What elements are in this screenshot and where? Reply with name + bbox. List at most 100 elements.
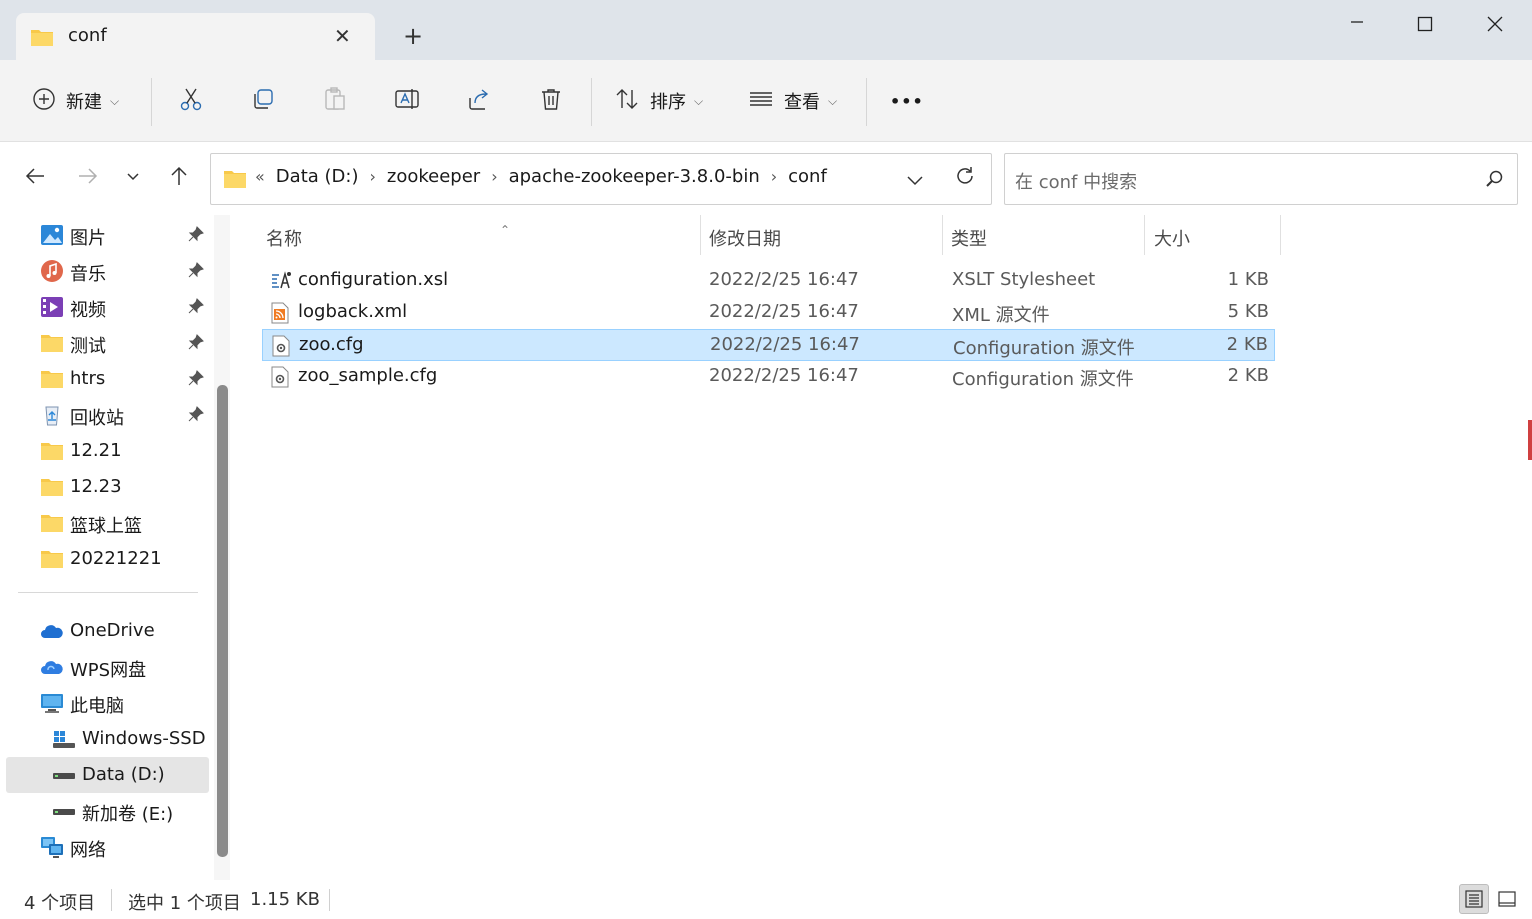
more-options-button[interactable]: ••• [890, 82, 924, 120]
sidebar-item-network[interactable]: 网络 [6, 829, 209, 865]
large-icons-view-icon [1498, 891, 1516, 907]
breadcrumb-zookeeper-bin[interactable]: apache-zookeeper-3.8.0-bin [509, 166, 760, 187]
arrow-right-icon [77, 165, 99, 192]
column-resize-handle[interactable] [700, 215, 701, 255]
sidebar-scrollbar-thumb[interactable] [217, 385, 228, 857]
file-row-configuration-xsl[interactable]: configuration.xsl 2022/2/25 16:47 XSLT S… [262, 265, 1275, 297]
view-button[interactable]: 查看 ⌵ [748, 82, 837, 120]
breadcrumb-conf[interactable]: conf [788, 166, 827, 187]
file-name: configuration.xsl [298, 269, 449, 290]
details-view-icon [1465, 890, 1483, 908]
sidebar-item-label: 图片 [70, 228, 106, 249]
sort-button[interactable]: 排序 ⌵ [614, 82, 703, 120]
sidebar-divider [18, 592, 198, 593]
sidebar-item-windows-ssd[interactable]: Windows-SSD [6, 721, 209, 757]
cut-button[interactable] [178, 82, 204, 120]
pin-icon[interactable] [188, 334, 204, 355]
divider [591, 78, 592, 126]
delete-button[interactable] [538, 82, 564, 120]
overflow-chevron[interactable]: « [255, 167, 265, 186]
large-icons-view-button[interactable] [1492, 884, 1522, 914]
sidebar-item-onedrive[interactable]: OneDrive [6, 613, 209, 649]
file-date: 2022/2/25 16:47 [709, 301, 859, 322]
sidebar-item-test-folder[interactable]: 测试 [6, 325, 209, 361]
breadcrumb-zookeeper[interactable]: zookeeper [387, 166, 480, 187]
recent-locations-button[interactable] [118, 162, 148, 194]
close-tab-icon[interactable]: ✕ [334, 24, 351, 48]
minimize-button[interactable] [1337, 10, 1377, 38]
music-icon [40, 259, 64, 283]
file-size: 1 KB [1227, 269, 1269, 290]
sidebar-item-12-23[interactable]: 12.23 [6, 469, 209, 505]
arrow-left-icon [24, 165, 46, 192]
search-icon [1485, 169, 1505, 194]
pin-icon[interactable] [188, 406, 204, 427]
file-row-logback-xml[interactable]: logback.xml 2022/2/25 16:47 XML 源文件 5 KB [262, 297, 1275, 329]
cloud-icon [40, 655, 64, 679]
column-resize-handle[interactable] [1144, 215, 1145, 255]
address-bar[interactable]: « Data (D:) › zookeeper › apache-zookeep… [210, 153, 992, 205]
pin-icon[interactable] [188, 370, 204, 391]
search-input[interactable]: 在 conf 中搜索 [1004, 153, 1518, 205]
chevron-right-icon[interactable]: › [369, 167, 375, 186]
column-header-name[interactable]: 名称 ⌃ [266, 223, 700, 265]
rename-button[interactable] [394, 82, 420, 120]
sort-ascending-icon: ⌃ [500, 223, 511, 237]
sidebar-item-data-drive[interactable]: Data (D:) [6, 757, 209, 793]
drive-icon [52, 799, 76, 823]
pin-icon[interactable] [188, 262, 204, 283]
column-header-size[interactable]: 大小 [1154, 225, 1280, 265]
forward-button[interactable] [73, 162, 103, 194]
chevron-right-icon[interactable]: › [491, 167, 497, 186]
tab-conf[interactable]: conf ✕ [16, 13, 375, 60]
close-window-button[interactable] [1475, 10, 1515, 38]
new-tab-button[interactable]: + [403, 22, 423, 50]
sidebar-item-label: 20221221 [70, 548, 162, 569]
sidebar-item-recycle-bin[interactable]: 回收站 [6, 397, 209, 433]
folder-icon [40, 331, 64, 355]
column-resize-handle[interactable] [942, 215, 943, 255]
sidebar-item-new-volume-e[interactable]: 新加卷 (E:) [6, 793, 209, 829]
item-count: 4 个项目 [24, 893, 96, 914]
sidebar-item-htrs[interactable]: htrs [6, 361, 209, 397]
up-button[interactable] [164, 162, 194, 194]
chevron-right-icon[interactable]: › [771, 167, 777, 186]
sidebar-item-label: 回收站 [70, 408, 124, 429]
sidebar-item-this-pc[interactable]: 此电脑 [6, 685, 209, 721]
refresh-icon [954, 165, 976, 192]
column-resize-handle[interactable] [1280, 215, 1281, 255]
tab-title: conf [68, 25, 107, 46]
divider [866, 78, 867, 126]
details-view-button[interactable] [1459, 884, 1489, 914]
column-header-date[interactable]: 修改日期 [709, 225, 942, 265]
file-name: zoo_sample.cfg [298, 365, 438, 386]
sidebar-item-basketball[interactable]: 篮球上篮 [6, 505, 209, 541]
copy-button[interactable] [250, 82, 276, 120]
share-button[interactable] [466, 82, 492, 120]
pin-icon[interactable] [188, 298, 204, 319]
sidebar-item-label: 12.23 [70, 476, 122, 497]
new-button[interactable]: 新建 ⌵ [32, 82, 119, 120]
sidebar-item-12-21[interactable]: 12.21 [6, 433, 209, 469]
file-size: 2 KB [1226, 334, 1268, 355]
sidebar-item-music[interactable]: 音乐 [6, 253, 209, 289]
cloud-icon [40, 619, 64, 643]
maximize-button[interactable] [1405, 10, 1445, 38]
sidebar-item-videos[interactable]: 视频 [6, 289, 209, 325]
file-row-zoo-sample-cfg[interactable]: zoo_sample.cfg 2022/2/25 16:47 Configura… [262, 361, 1275, 393]
chevron-down-icon: ⌵ [110, 93, 120, 108]
sidebar-item-label: 测试 [70, 336, 106, 357]
paste-button[interactable] [322, 82, 348, 120]
column-header-type[interactable]: 类型 [951, 225, 1144, 265]
file-row-zoo-cfg[interactable]: zoo.cfg 2022/2/25 16:47 Configuration 源文… [262, 329, 1275, 361]
sidebar-item-20221221[interactable]: 20221221 [6, 541, 209, 577]
address-history-icon[interactable] [905, 170, 925, 195]
edge-mark [1528, 420, 1532, 460]
sidebar-item-pictures[interactable]: 图片 [6, 217, 209, 253]
pin-icon[interactable] [188, 226, 204, 247]
refresh-button[interactable] [950, 162, 980, 194]
sidebar-item-wps-drive[interactable]: WPS网盘 [6, 649, 209, 685]
back-button[interactable] [20, 162, 50, 194]
breadcrumb-data-drive[interactable]: Data (D:) [276, 166, 359, 187]
file-list: 名称 ⌃ 修改日期 类型 大小 configuration.xsl 2022/2… [238, 215, 1532, 880]
